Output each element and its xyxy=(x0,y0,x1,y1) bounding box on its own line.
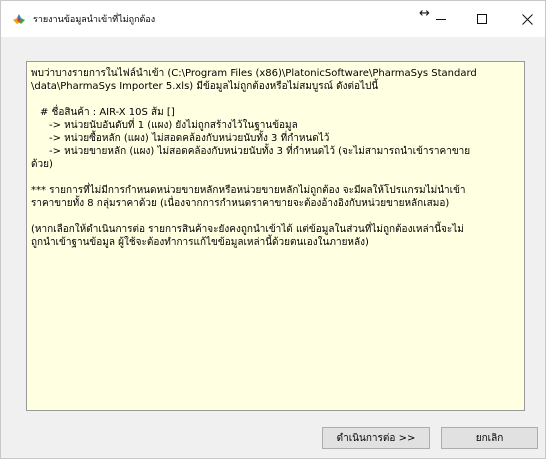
issue-line: -> หน่วยขายหลัก (แผง) ไม่สอดคล้องกับหน่ว… xyxy=(49,146,471,157)
message-line: พบว่าบางรายการในไฟล์นำเข้า (C:\Program F… xyxy=(31,68,477,79)
note-line: *** รายการที่ไม่มีการกำหนดหน่วยขายหลักหร… xyxy=(31,185,466,196)
message-line: \data\PharmaSys Importer 5.xls) มีข้อมูล… xyxy=(31,81,379,92)
minimize-button[interactable] xyxy=(427,7,455,31)
pharmacy-app-icon xyxy=(11,12,27,28)
window-title: รายงานข้อมูลนำเข้าที่ไม่ถูกต้อง xyxy=(33,15,156,25)
product-name-line: # ชื่อสินค้า : AIR-X 10S ส้ม [] xyxy=(40,107,175,118)
error-message-panel: พบว่าบางรายการในไฟล์นำเข้า (C:\Program F… xyxy=(26,61,525,411)
minimize-icon xyxy=(436,18,446,20)
maximize-icon xyxy=(477,14,487,24)
note-line: (หากเลือกให้ดำเนินการต่อ รายการสินค้าจะย… xyxy=(31,224,464,235)
issue-line-continued: ด้วย) xyxy=(31,159,53,170)
import-error-dialog: รายงานข้อมูลนำเข้าที่ไม่ถูกต้อง ↔ พบว่าบ… xyxy=(0,0,546,459)
continue-button[interactable]: ดำเนินการต่อ >> xyxy=(322,427,430,449)
close-icon xyxy=(521,13,533,25)
title-bar[interactable]: รายงานข้อมูลนำเข้าที่ไม่ถูกต้อง ↔ xyxy=(1,1,545,37)
close-button[interactable] xyxy=(513,7,541,31)
issue-line: -> หน่วยนับอันดับที่ 1 (แผง) ยังไม่ถูกสร… xyxy=(49,120,298,131)
issue-line: -> หน่วยซื้อหลัก (แผง) ไม่สอดคล้องกับหน่… xyxy=(49,133,330,144)
maximize-button[interactable] xyxy=(468,7,496,31)
note-line: ถูกนำเข้าฐานข้อมูล ผู้ใช้จะต้องทำการแก้ไ… xyxy=(31,237,369,248)
cancel-button[interactable]: ยกเลิก xyxy=(441,427,538,449)
note-line: ราคาขายทั้ง 8 กลุ่มราคาด้วย (เนื่องจากกา… xyxy=(31,198,450,209)
